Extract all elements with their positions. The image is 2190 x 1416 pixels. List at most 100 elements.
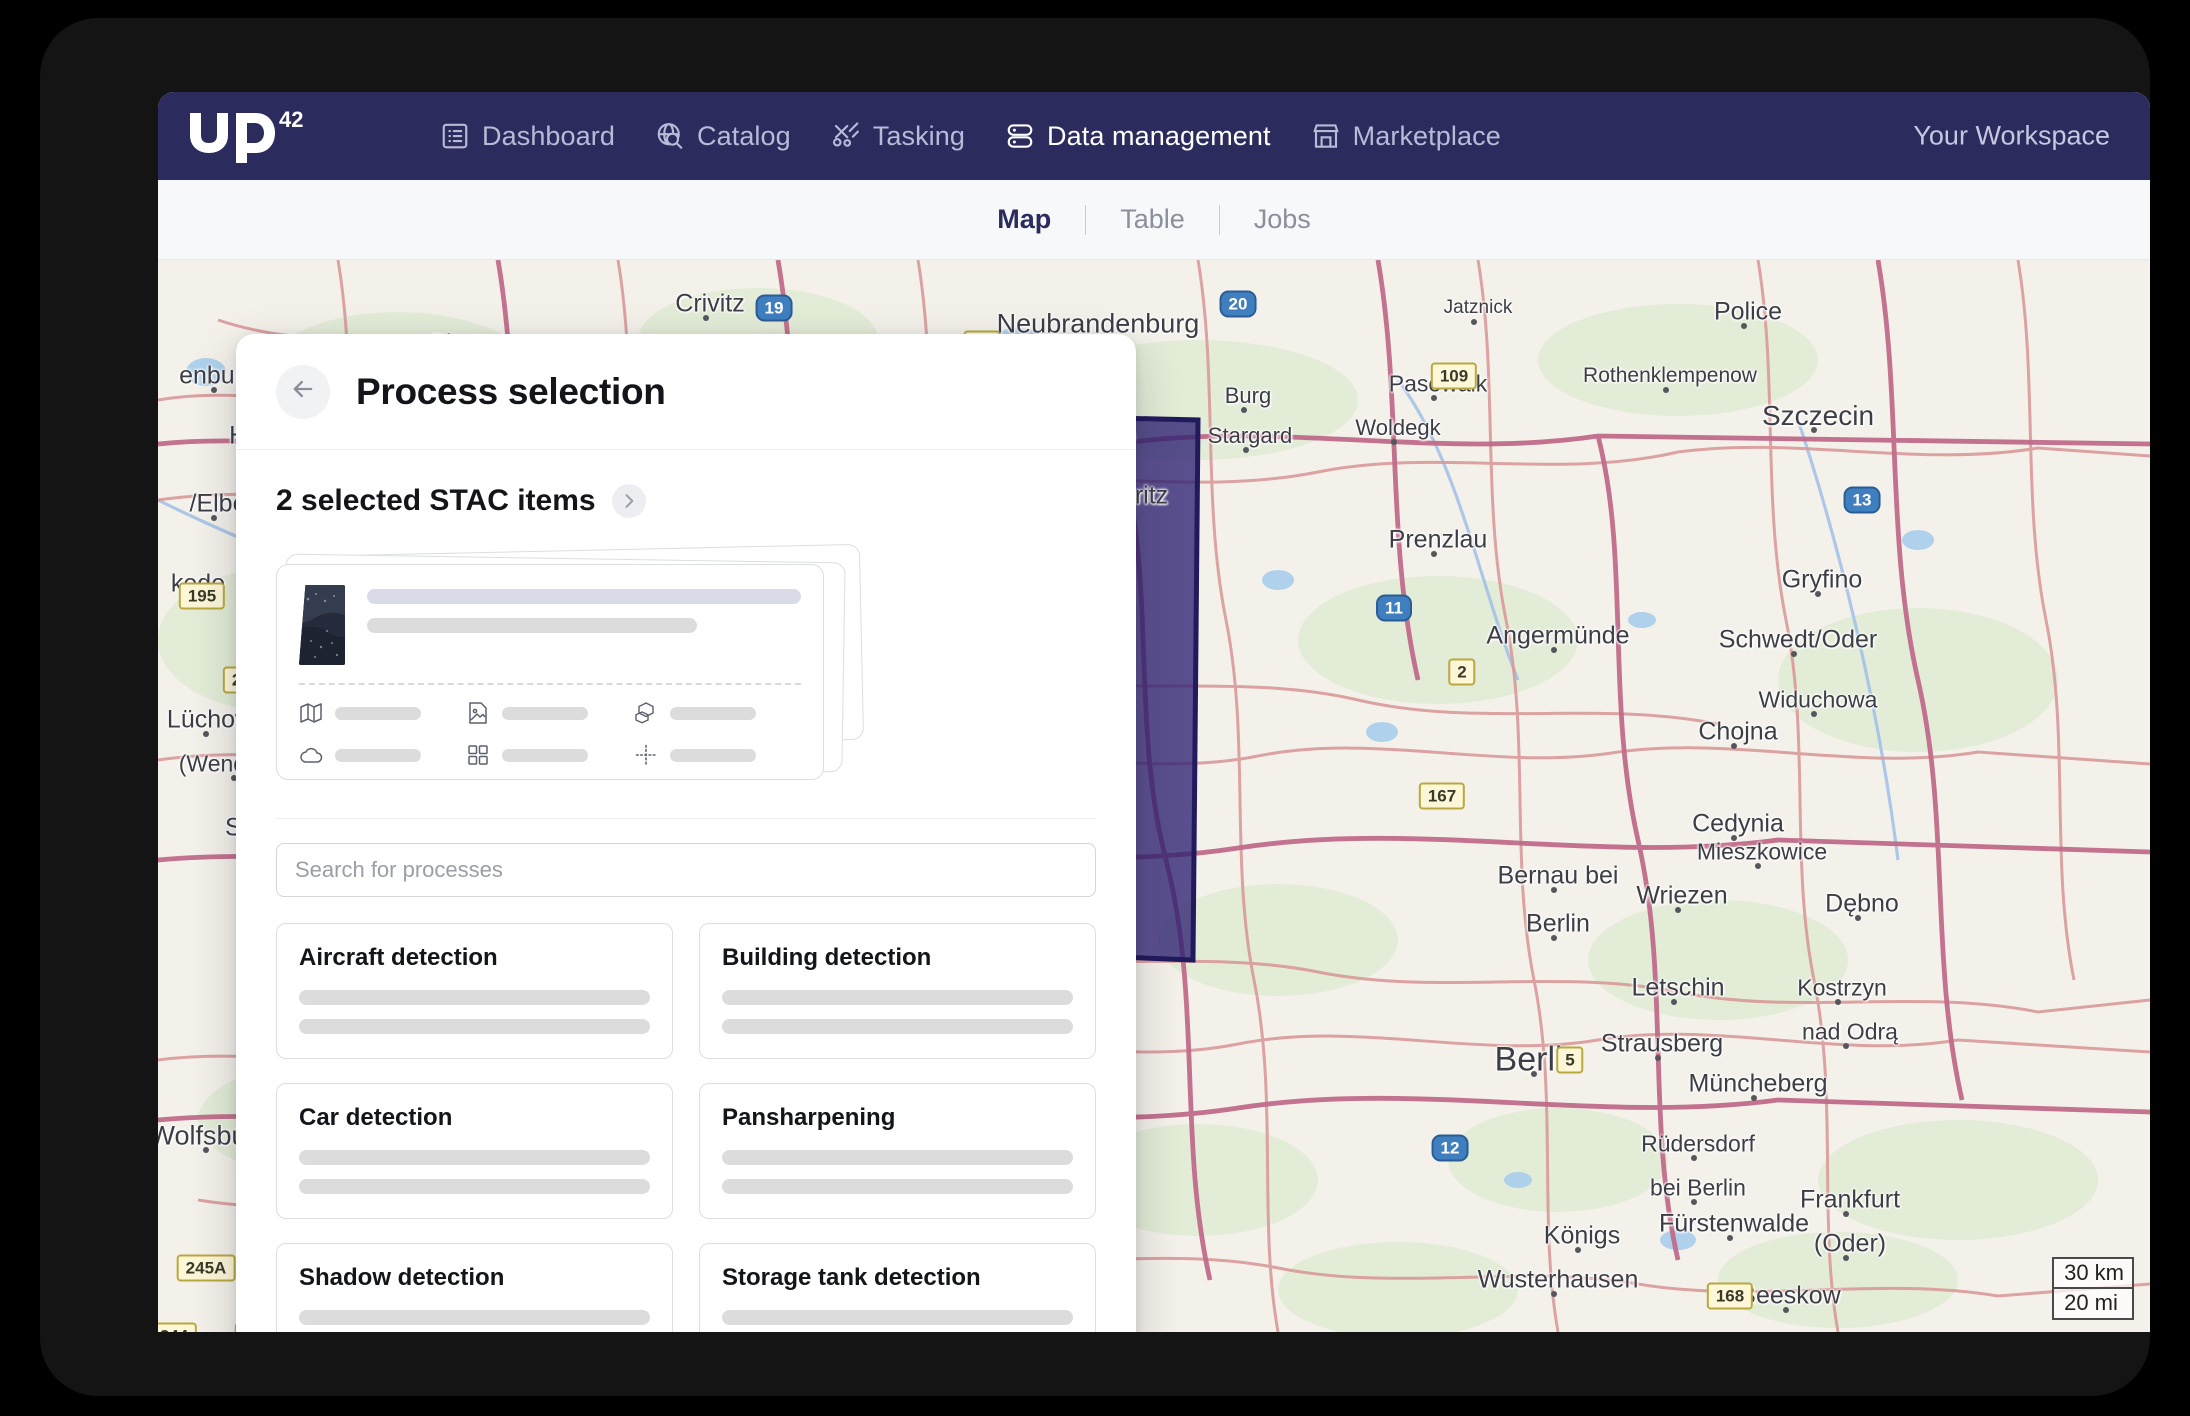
map-city-dot [1815,591,1821,597]
process-card-building-detection[interactable]: Building detection [699,923,1096,1059]
selected-stac-items-row[interactable]: 2 selected STAC items [236,450,1136,518]
map-city-dot [1791,651,1797,657]
map-city-dot [703,315,709,321]
scale-metric: 30 km [2052,1256,2134,1290]
map-city-dot [1551,1291,1557,1297]
map-road-shield: 109 [1430,362,1478,390]
globe-search-icon [655,121,685,151]
process-selection-drawer: Process selection 2 selected STAC items [236,334,1136,1332]
process-title: Shadow detection [299,1264,505,1291]
map-road-shield: 12 [1431,1134,1469,1162]
skeleton-line [299,990,650,1005]
map-city-dot [1471,319,1477,325]
app-window: 42 Dashboard Catalog Tasking Data manage… [158,92,2150,1332]
map-city-dot [1811,427,1817,433]
stac-metadata-grid [277,685,823,767]
process-title: Aircraft detection [299,944,498,971]
page-title: Process selection [356,370,666,412]
skeleton-value [669,706,756,720]
process-card-shadow-detection[interactable]: Shadow detection [276,1243,673,1332]
skeleton-value [335,748,421,762]
map-scale-bar: 30 km 20 mi [2052,1256,2134,1320]
skeleton-value [502,748,589,762]
view-tabs: Map Table Jobs [158,180,2150,260]
skeleton-line [299,1179,650,1194]
map-city-dot [1241,407,1247,413]
map-city-dot [1655,1055,1661,1061]
process-card-storage-tank-detection[interactable]: Storage tank detection [699,1243,1096,1332]
map-city-dot [1575,1247,1581,1253]
map-city-dot [1531,1071,1537,1077]
up42-logo[interactable]: 42 [186,107,306,165]
skeleton-line [722,1150,1073,1165]
nav-item-dashboard[interactable]: Dashboard [440,121,615,152]
stac-item-card-stack[interactable] [276,543,1096,800]
map-city-dot [1551,647,1557,653]
map-city-dot [1843,1043,1849,1049]
back-button[interactable] [276,364,330,419]
nav-label-data-management: Data management [1047,120,1271,151]
scale-imperial: 20 mi [2052,1289,2134,1320]
metadata-item [299,701,466,725]
tab-map[interactable]: Map [963,206,1085,233]
map-city-dot [1811,711,1817,717]
map-icon [299,701,323,725]
cubes-icon [634,701,658,725]
metadata-item [634,743,801,767]
process-title: Car detection [299,1104,453,1131]
map-city-dot [1431,551,1437,557]
map-city-dot [1783,1307,1789,1313]
search-input[interactable] [295,857,1077,883]
map-city-dot [1731,743,1737,749]
map-road-shield: 2 [1448,658,1476,686]
nav-item-data-management[interactable]: Data management [1005,121,1271,152]
nav-item-tasking[interactable]: Tasking [831,121,965,152]
map-city-dot [211,387,217,393]
map-city-dot [1751,1095,1757,1101]
dashboard-icon [440,121,470,151]
process-card-aircraft-detection[interactable]: Aircraft detection [276,923,673,1059]
map-city-dot [203,1147,209,1153]
process-card-pansharpening[interactable]: Pansharpening [699,1083,1096,1219]
svg-text:42: 42 [279,107,303,132]
nav-label-catalog: Catalog [697,120,791,151]
skeleton-value [502,706,589,720]
section-divider [276,818,1096,819]
tab-jobs[interactable]: Jobs [1220,206,1345,233]
skeleton-line [299,1150,650,1165]
chevron-right-icon[interactable] [611,484,646,518]
drawer-header: Process selection [236,334,1136,450]
skeleton-line [299,1310,650,1325]
search-processes-field[interactable] [276,843,1096,897]
cloud-icon [299,743,323,767]
process-title: Building detection [722,944,932,971]
map-road-shield: 245A [176,1254,236,1282]
map-road-shield: 244 [158,1322,198,1332]
map-road-shield: 20 [1219,290,1257,318]
skeleton-line [299,1019,650,1034]
stac-card-front[interactable] [276,564,824,780]
map-road-shield: 19 [755,294,793,322]
stac-card-skeleton-lines [367,585,801,665]
storefront-icon [1311,121,1341,151]
skeleton-line [722,1179,1073,1194]
metadata-item [299,743,466,767]
workspace-menu[interactable]: Your Workspace [1913,121,2110,152]
map-road-shield: 11 [1376,594,1412,622]
selected-stac-items-label: 2 selected STAC items [276,484,596,517]
stac-card-top [277,565,823,665]
map-city-dot [1755,863,1761,869]
map-city-dot [1551,935,1557,941]
nav-item-marketplace[interactable]: Marketplace [1311,121,1501,152]
device-bezel: 42 Dashboard Catalog Tasking Data manage… [40,18,2150,1396]
map-city-dot [1691,1199,1697,1205]
nav-label-dashboard: Dashboard [482,120,615,151]
map-city-dot [1731,835,1737,841]
map-road-shield: 168 [1706,1282,1754,1310]
tab-table[interactable]: Table [1086,206,1219,233]
nav-item-catalog[interactable]: Catalog [655,121,791,152]
map-city-dot [1663,387,1669,393]
skeleton-line [367,589,801,604]
process-card-car-detection[interactable]: Car detection [276,1083,673,1219]
nav-label-tasking: Tasking [872,120,966,151]
